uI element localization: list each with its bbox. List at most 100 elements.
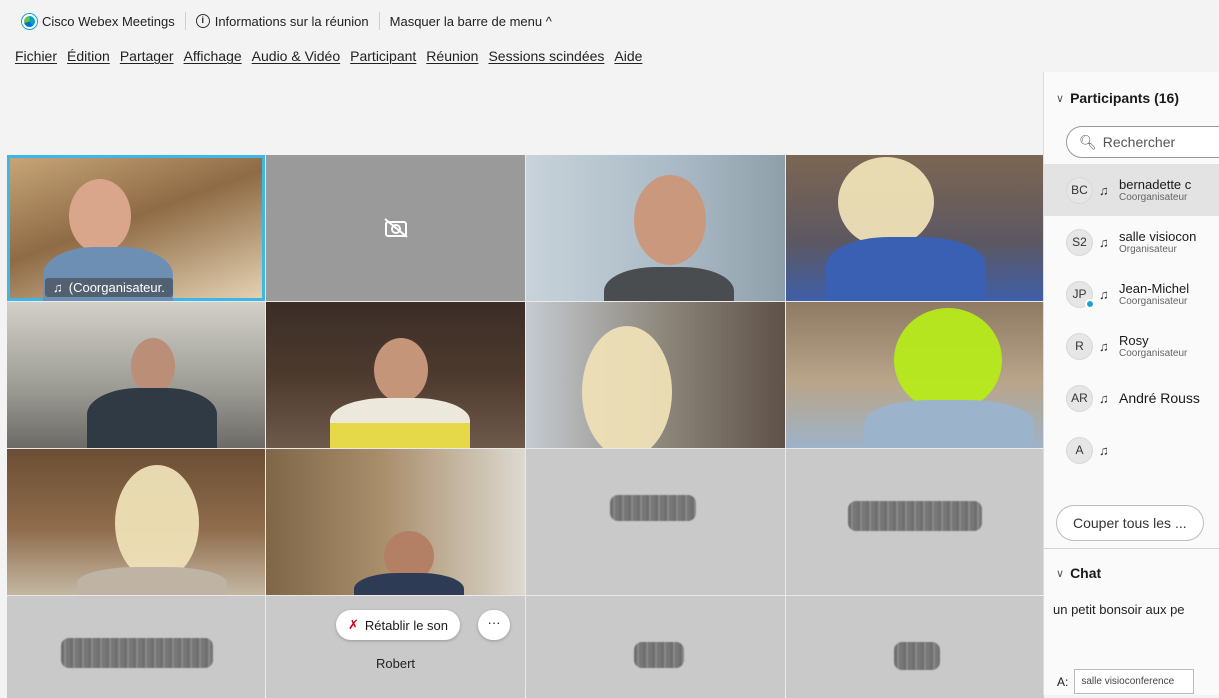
video-tile[interactable] bbox=[266, 302, 525, 448]
participant-item[interactable]: AR ♫ André Rouss bbox=[1044, 372, 1219, 424]
speaker-name-tag: ♫ (Coorganisateur. bbox=[45, 278, 173, 297]
info-icon: i bbox=[195, 14, 210, 28]
menu-reunion[interactable]: Réunion bbox=[421, 48, 483, 64]
participant-name: André Rouss bbox=[1119, 389, 1200, 406]
participant-role: Coorganisateur bbox=[1119, 348, 1188, 359]
headset-icon: ♫ bbox=[1099, 338, 1109, 354]
meeting-info-button[interactable]: i Informations sur la réunion bbox=[186, 10, 379, 32]
menu-bar: Fichier Édition Partager Affichage Audio… bbox=[0, 42, 647, 70]
chat-recipient-select[interactable]: salle visioconference bbox=[1074, 669, 1195, 694]
headset-icon: ♫ bbox=[1099, 182, 1109, 198]
video-tile-no-video[interactable] bbox=[526, 449, 785, 595]
meeting-info-label: Informations sur la réunion bbox=[214, 13, 369, 29]
video-tile-no-video[interactable] bbox=[786, 449, 1044, 595]
restore-sound-label: Rétablir le son bbox=[364, 617, 449, 633]
chevron-down-icon: ∨ bbox=[1056, 567, 1065, 580]
mute-all-button[interactable]: Couper tous les ... bbox=[1056, 505, 1204, 541]
search-placeholder: Rechercher bbox=[1102, 134, 1176, 150]
video-tile[interactable] bbox=[526, 155, 785, 301]
camera-off-icon bbox=[383, 218, 408, 238]
video-tile-no-video[interactable] bbox=[526, 596, 785, 698]
headset-icon: ♫ bbox=[1099, 390, 1109, 406]
video-tile[interactable] bbox=[266, 449, 525, 595]
panel-divider bbox=[1044, 548, 1219, 549]
video-tile-camera-off[interactable] bbox=[266, 155, 525, 301]
participant-item[interactable]: BC ♫ bernadette c Coorganisateur bbox=[1044, 164, 1219, 216]
video-tile[interactable] bbox=[786, 155, 1044, 301]
chat-header[interactable]: ∨ Chat bbox=[1056, 565, 1101, 581]
participant-info: André Rouss bbox=[1119, 389, 1200, 406]
video-tile[interactable] bbox=[7, 302, 265, 448]
participant-search-input[interactable]: 🔍︎ Rechercher bbox=[1066, 126, 1219, 158]
headset-icon: ♫ bbox=[53, 280, 63, 295]
blurred-face bbox=[582, 326, 672, 448]
menu-audio-video[interactable]: Audio & Vidéo bbox=[247, 48, 345, 64]
participant-role: Organisateur bbox=[1119, 244, 1177, 255]
video-tile-no-video[interactable] bbox=[7, 596, 265, 698]
presence-indicator bbox=[1085, 298, 1095, 309]
participant-list: BC ♫ bernadette c Coorganisateur S2 ♫ sal… bbox=[1044, 164, 1219, 476]
menu-aide[interactable]: Aide bbox=[609, 48, 647, 64]
participants-header[interactable]: ∨ Participants (16) bbox=[1056, 90, 1179, 106]
redacted-name bbox=[610, 495, 696, 521]
redacted-name bbox=[61, 638, 213, 668]
blurred-face bbox=[838, 157, 934, 247]
chat-message: un petit bonsoir aux pe bbox=[1053, 602, 1185, 617]
avatar: A bbox=[1066, 436, 1093, 464]
participant-name: salle visiocon bbox=[1119, 229, 1197, 244]
participant-item[interactable]: R ♫ Rosy Coorganisateur bbox=[1044, 320, 1219, 372]
restore-sound-button[interactable]: ✗ Rétablir le son bbox=[336, 610, 461, 640]
participants-title: Participants (16) bbox=[1070, 90, 1179, 106]
chat-title: Chat bbox=[1070, 565, 1102, 581]
participant-item[interactable]: JP ♫ Jean-Michel Coorganisateur bbox=[1044, 268, 1219, 320]
participant-role: Coorganisateur bbox=[1119, 192, 1188, 203]
chat-recipient: A: salle visioconference bbox=[1057, 669, 1195, 694]
video-tile-active-speaker[interactable]: ♫ (Coorganisateur. bbox=[7, 155, 265, 301]
avatar: S2 bbox=[1066, 228, 1093, 256]
video-tile-no-video[interactable] bbox=[786, 596, 1044, 698]
avatar: JP bbox=[1066, 280, 1095, 309]
chat-to-label: A: bbox=[1057, 674, 1069, 689]
menu-sessions-scindees[interactable]: Sessions scindées bbox=[483, 48, 609, 64]
participant-video bbox=[131, 338, 175, 394]
participant-name: Jean-Michel bbox=[1119, 281, 1190, 296]
redacted-name bbox=[848, 501, 982, 531]
participant-role: Coorganisateur bbox=[1119, 296, 1188, 307]
participant-body bbox=[604, 267, 734, 301]
participant-name: Robert bbox=[375, 656, 416, 671]
video-tile[interactable] bbox=[526, 302, 785, 448]
video-tile[interactable] bbox=[7, 449, 265, 595]
avatar-initials: JP bbox=[1072, 286, 1087, 301]
menu-partager[interactable]: Partager bbox=[115, 48, 179, 64]
avatar: AR bbox=[1066, 384, 1093, 412]
menu-affichage[interactable]: Affichage bbox=[179, 48, 247, 64]
video-grid: ♫ (Coorganisateur. ✗ Rétablir le son ···… bbox=[7, 155, 1044, 698]
headset-icon: ♫ bbox=[1099, 442, 1109, 458]
participant-body bbox=[87, 388, 217, 448]
speaker-role-label: (Coorganisateur. bbox=[68, 280, 165, 295]
participant-name: bernadette c bbox=[1119, 177, 1192, 192]
menu-participant[interactable]: Participant bbox=[345, 48, 421, 64]
participant-info: bernadette c Coorganisateur bbox=[1119, 177, 1191, 203]
app-name: Cisco Webex Meetings bbox=[42, 13, 175, 29]
headset-icon: ♫ bbox=[1099, 286, 1109, 302]
participant-body bbox=[864, 400, 1034, 448]
participant-body bbox=[77, 567, 227, 595]
muted-mic-icon: ✗ bbox=[348, 617, 359, 632]
headset-icon: ♫ bbox=[1099, 234, 1109, 250]
hide-menu-label: Masquer la barre de menu ^ bbox=[389, 13, 552, 29]
more-options-button[interactable]: ··· bbox=[478, 610, 510, 640]
participant-info: salle visiocon Organisateur bbox=[1119, 229, 1196, 255]
hide-menu-button[interactable]: Masquer la barre de menu ^ bbox=[380, 10, 562, 32]
participant-item[interactable]: S2 ♫ salle visiocon Organisateur bbox=[1044, 216, 1219, 268]
participant-video bbox=[634, 175, 706, 265]
search-icon: 🔍︎ bbox=[1079, 133, 1097, 150]
video-tile-robert[interactable]: ✗ Rétablir le son ··· Robert bbox=[266, 596, 525, 698]
video-tile[interactable] bbox=[786, 302, 1044, 448]
menu-edition[interactable]: Édition bbox=[62, 48, 115, 64]
participant-name: Rosy bbox=[1119, 333, 1149, 348]
participant-item[interactable]: A ♫ bbox=[1044, 424, 1219, 476]
participant-info: Rosy Coorganisateur bbox=[1119, 333, 1187, 359]
side-panel: ∨ Participants (16) 🔍︎ Rechercher BC ♫ b… bbox=[1043, 72, 1219, 695]
menu-fichier[interactable]: Fichier bbox=[10, 48, 62, 64]
